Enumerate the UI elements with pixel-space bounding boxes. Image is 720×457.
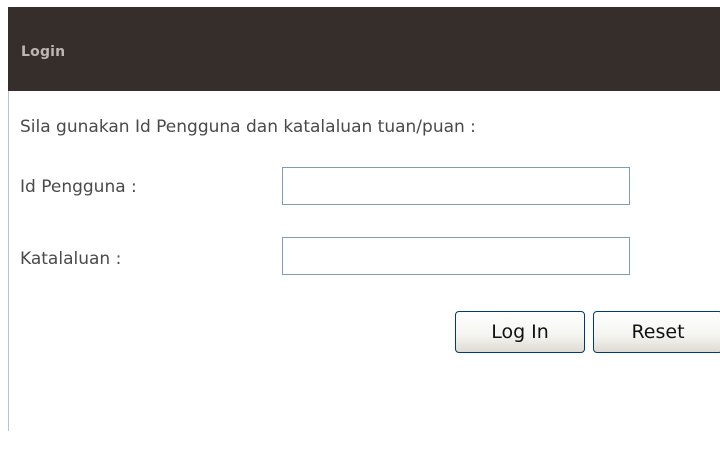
login-title: Login (21, 44, 66, 60)
login-button[interactable]: Log In (455, 311, 585, 353)
user-id-label: Id Pengguna : (20, 177, 137, 197)
password-input[interactable] (282, 237, 630, 275)
reset-button[interactable]: Reset (593, 311, 720, 353)
login-panel: Login Sila gunakan Id Pengguna dan katal… (0, 0, 720, 457)
password-label: Katalaluan : (20, 249, 122, 269)
login-header: Login (8, 7, 720, 91)
panel-left-border (8, 91, 9, 431)
login-instruction: Sila gunakan Id Pengguna dan katalaluan … (20, 117, 476, 137)
user-id-input[interactable] (282, 167, 630, 205)
